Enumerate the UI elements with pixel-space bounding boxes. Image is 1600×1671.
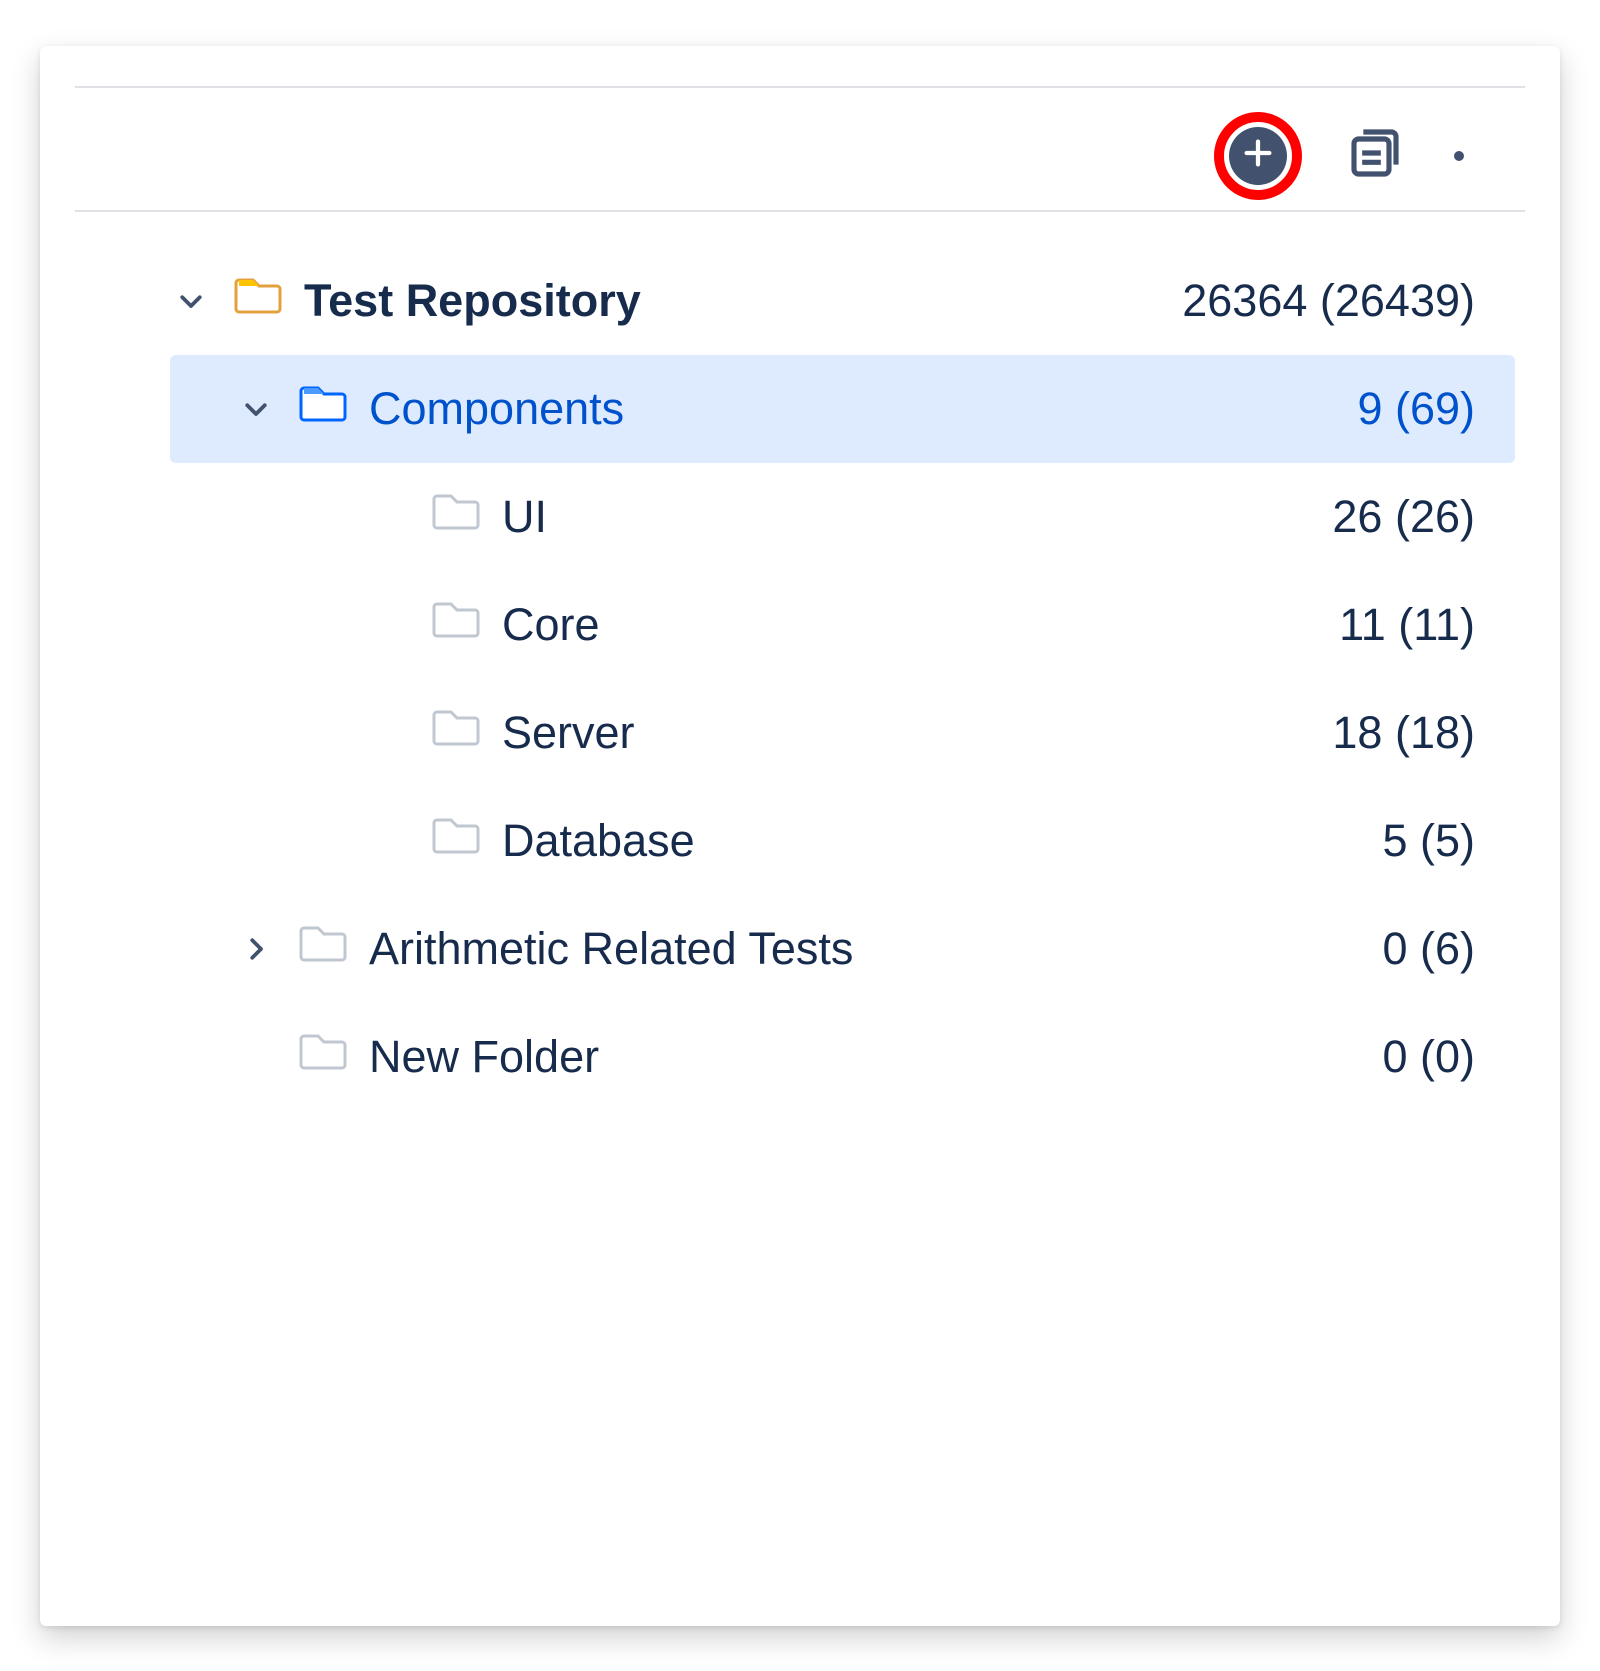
tree-item-label: Arithmetic Related Tests bbox=[369, 922, 853, 976]
tree-item-count: 0 (6) bbox=[1382, 922, 1515, 976]
chevron-down-icon[interactable] bbox=[170, 286, 212, 316]
tree-item-label: Database bbox=[502, 814, 695, 868]
tree-item-new-folder[interactable]: New Folder 0 (0) bbox=[170, 1003, 1515, 1111]
repository-panel: Test Repository 26364 (26439) Components… bbox=[40, 46, 1560, 1626]
tree-root-label: Test Repository bbox=[304, 274, 641, 328]
tree-root-count: 26364 (26439) bbox=[1182, 274, 1515, 328]
tree-item-label: Core bbox=[502, 598, 600, 652]
more-menu-button[interactable] bbox=[1448, 128, 1470, 184]
tree-item-components[interactable]: Components 9 (69) bbox=[170, 355, 1515, 463]
add-highlight-ring bbox=[1214, 112, 1302, 200]
add-button-wrapper bbox=[1214, 112, 1302, 200]
tree-item-core[interactable]: Core 11 (11) bbox=[170, 571, 1515, 679]
tree-item-database[interactable]: Database 5 (5) bbox=[170, 787, 1515, 895]
tree-item-count: 11 (11) bbox=[1339, 598, 1515, 652]
tree-item-count: 9 (69) bbox=[1357, 382, 1515, 436]
tree-item-count: 5 (5) bbox=[1382, 814, 1515, 868]
folder-grey-icon bbox=[430, 813, 482, 869]
tree-item-label: Components bbox=[369, 382, 624, 436]
folder-grey-icon bbox=[297, 921, 349, 977]
folder-grey-icon bbox=[297, 1029, 349, 1085]
toolbar bbox=[75, 102, 1525, 212]
document-stack-icon bbox=[1347, 125, 1403, 186]
folder-grey-icon bbox=[430, 489, 482, 545]
top-divider bbox=[75, 86, 1525, 88]
folder-grey-icon bbox=[430, 597, 482, 653]
tree-root-test-repository[interactable]: Test Repository 26364 (26439) bbox=[170, 247, 1515, 355]
tree-item-count: 18 (18) bbox=[1332, 706, 1515, 760]
tree-item-count: 0 (0) bbox=[1382, 1030, 1515, 1084]
tree-item-label: Server bbox=[502, 706, 635, 760]
tree-item-label: UI bbox=[502, 490, 547, 544]
tree-item-arithmetic[interactable]: Arithmetic Related Tests 0 (6) bbox=[170, 895, 1515, 1003]
folder-tree: Test Repository 26364 (26439) Components… bbox=[75, 212, 1525, 1111]
kebab-icon bbox=[1454, 151, 1464, 161]
tree-item-label: New Folder bbox=[369, 1030, 599, 1084]
folder-open-yellow-icon bbox=[232, 273, 284, 329]
tree-item-server[interactable]: Server 18 (18) bbox=[170, 679, 1515, 787]
folder-grey-icon bbox=[430, 705, 482, 761]
folder-open-blue-icon bbox=[297, 381, 349, 437]
chevron-right-icon[interactable] bbox=[235, 934, 277, 964]
tree-item-count: 26 (26) bbox=[1332, 490, 1515, 544]
add-button[interactable] bbox=[1229, 127, 1287, 185]
plus-icon bbox=[1241, 136, 1275, 175]
tree-item-ui[interactable]: UI 26 (26) bbox=[170, 463, 1515, 571]
chevron-down-icon[interactable] bbox=[235, 394, 277, 424]
view-button[interactable] bbox=[1347, 125, 1403, 186]
